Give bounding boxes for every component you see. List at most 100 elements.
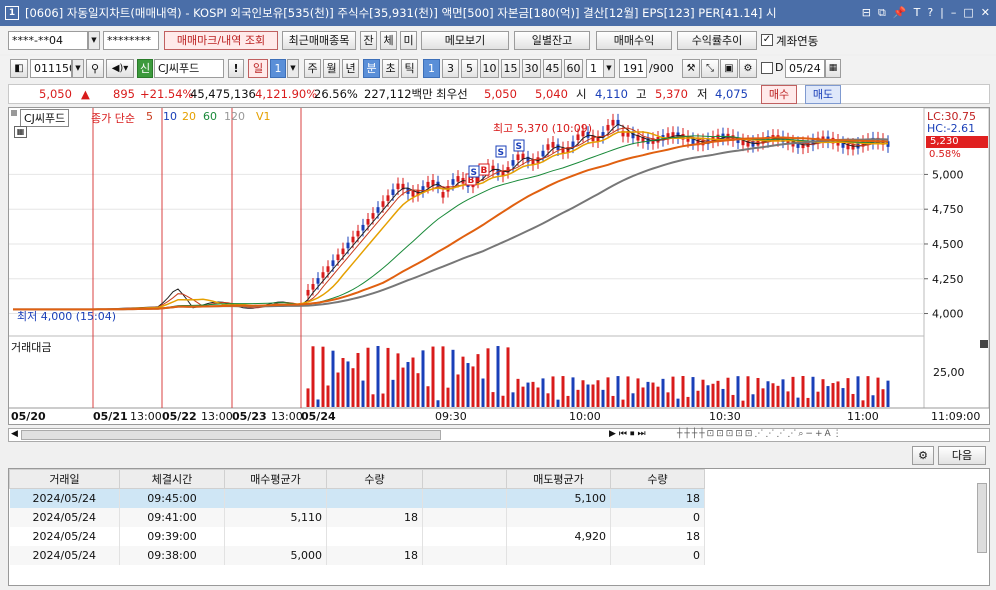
password-field[interactable]: ******** <box>103 31 159 50</box>
date-checkbox[interactable] <box>761 62 773 74</box>
period-second-button[interactable]: 초 <box>382 59 399 78</box>
count-field[interactable]: 191 <box>619 59 647 78</box>
volume-title: 거래대금 <box>11 341 52 354</box>
minute-5-button[interactable]: 5 <box>461 59 478 78</box>
filled-button[interactable]: 체 <box>380 31 397 50</box>
chart-panel[interactable]: 5,000 4,750 4,500 4,250 4,000 05/20 05/21 13:0… <box>8 107 990 425</box>
x-label: 05/20 <box>11 410 46 423</box>
table-row[interactable]: 2024/05/24 09:45:00 5,100 18 <box>9 488 705 508</box>
buy-button[interactable]: 매수 <box>761 85 797 104</box>
trade-marks: BBSSS <box>465 139 525 186</box>
account-dropdown-icon[interactable]: ▼ <box>88 31 100 50</box>
col-trade-date[interactable]: 거래일 <box>9 469 120 489</box>
period-week-button[interactable]: 주 <box>304 59 321 78</box>
minute-60-button[interactable]: 60 <box>564 59 583 78</box>
calendar-icon[interactable]: ▦ <box>825 59 841 78</box>
profit-trend-button[interactable]: 수익률추이 <box>677 31 757 50</box>
date-field[interactable]: 05/24 <box>785 59 825 78</box>
sell-button[interactable]: 매도 <box>805 85 841 104</box>
period-day-button[interactable]: 일 <box>248 59 268 78</box>
volume-bar <box>466 363 470 407</box>
interval-field[interactable]: 1 <box>586 59 604 78</box>
panel-handle[interactable] <box>11 110 17 116</box>
maximize-icon[interactable]: □ <box>963 6 973 20</box>
volume-bar <box>541 378 545 407</box>
scroll-left-icon[interactable]: ◀ <box>11 429 18 439</box>
drawing-tools-icon[interactable]: ┼┼┼┼⊡⊡⊡⊡⊡⋰⋰⋰⋰⌕−+A⋮ <box>677 429 844 439</box>
playback-controls-icon[interactable]: ▶⏮⏹⏭ <box>609 429 649 439</box>
period-year-button[interactable]: 년 <box>342 59 359 78</box>
volume-bar <box>306 388 310 407</box>
table-row[interactable]: 2024/05/24 09:41:00 5,110 18 0 <box>9 507 705 527</box>
tools-icon[interactable]: ⚒ <box>682 59 700 78</box>
volume-panel-handle[interactable] <box>980 340 988 348</box>
high-annotation: 최고 5,370 (10:09) <box>493 122 593 135</box>
table-row[interactable]: 2024/05/24 09:39:00 4,920 18 <box>9 526 705 546</box>
trade-mark-button[interactable]: 매매마크/내역 조회 <box>164 31 278 50</box>
legend-ma20: 20 <box>182 110 196 123</box>
table-scrollbar[interactable] <box>977 483 987 553</box>
volume-bar <box>661 378 665 407</box>
col-buy-qty[interactable]: 수량 <box>326 469 423 489</box>
table-row[interactable]: 2024/05/24 09:38:00 5,000 18 0 <box>9 545 705 565</box>
table-settings-icon[interactable]: ⚙ <box>912 446 934 465</box>
stock-name-field[interactable]: CJ씨푸드 <box>154 59 224 78</box>
period-dropdown-icon[interactable]: ▼ <box>287 59 299 78</box>
daily-balance-button[interactable]: 일별잔고 <box>514 31 590 50</box>
y-tick-label: 4,500 <box>932 238 964 251</box>
link-icon[interactable]: ◧ <box>10 59 28 78</box>
next-button[interactable]: 다음 <box>938 446 986 465</box>
stock-code-field[interactable]: 011150 <box>30 59 72 78</box>
col-sell-avg[interactable]: 매도평균가 <box>506 469 611 489</box>
price-chart[interactable]: 5,0004,7504,5004,2504,000 05/20 05/21 13:0… <box>9 108 989 424</box>
help-icon[interactable]: ? <box>927 6 933 20</box>
best-bid-label: 최우선 <box>436 87 468 101</box>
period-minute-button[interactable]: 분 <box>363 59 380 78</box>
close-icon[interactable]: ✕ <box>981 6 990 20</box>
recent-trades-button[interactable]: 최근매매종목 <box>282 31 356 50</box>
count-total: /900 <box>649 62 674 75</box>
col-buy-avg[interactable]: 매수평균가 <box>224 469 327 489</box>
window-link-icon[interactable]: ⧉ <box>878 6 886 20</box>
window-icon[interactable]: 1 <box>5 6 19 20</box>
minute-15-button[interactable]: 15 <box>501 59 520 78</box>
col-sell-qty[interactable]: 수량 <box>610 469 705 489</box>
minute-1-button[interactable]: 1 <box>423 59 440 78</box>
font-icon[interactable]: T <box>914 6 921 20</box>
minute-3-button[interactable]: 3 <box>442 59 459 78</box>
candle-body <box>381 201 385 207</box>
quote-bar: 5,050 ▲ 895 +21.54% 45,475,136 4,121.90%… <box>8 84 990 104</box>
search-icon[interactable]: ⚲ <box>86 59 104 78</box>
minute-10-button[interactable]: 10 <box>480 59 499 78</box>
minute-45-button[interactable]: 45 <box>543 59 562 78</box>
stock-code-dropdown-icon[interactable]: ▼ <box>72 59 84 78</box>
volume-bar <box>511 392 515 407</box>
alert-icon[interactable]: ! <box>228 59 244 78</box>
volume-bar <box>816 391 820 407</box>
volume-bar <box>781 379 785 407</box>
volume-bar <box>656 386 660 407</box>
minimize-icon[interactable]: – <box>951 6 957 20</box>
horizontal-scrollbar[interactable] <box>21 430 441 440</box>
col-exec-time[interactable]: 체결시간 <box>119 469 225 489</box>
candle-body <box>456 176 460 182</box>
account-link-checkbox[interactable]: ✓ <box>761 34 773 46</box>
minute-30-button[interactable]: 30 <box>522 59 541 78</box>
trade-profit-button[interactable]: 매매수익 <box>596 31 672 50</box>
period-day-count[interactable]: 1 <box>270 59 286 78</box>
grid-toggle-icon[interactable]: ▦ <box>14 126 27 138</box>
period-month-button[interactable]: 월 <box>323 59 340 78</box>
draw-icon[interactable]: ⤡ <box>701 59 719 78</box>
speaker-icon[interactable]: ◀)▾ <box>106 59 134 78</box>
unfilled-button[interactable]: 미 <box>400 31 417 50</box>
candle-body <box>606 124 610 131</box>
save-icon[interactable]: ▣ <box>720 59 738 78</box>
pin-icon[interactable]: 📌 <box>893 6 907 20</box>
balance-button[interactable]: 잔 <box>360 31 377 50</box>
period-tick-button[interactable]: 틱 <box>401 59 418 78</box>
interval-dropdown-icon[interactable]: ▼ <box>603 59 615 78</box>
memo-button[interactable]: 메모보기 <box>421 31 509 50</box>
account-number-field[interactable]: ****-**04 <box>8 31 88 50</box>
window-restore-icon[interactable]: ⊟ <box>862 6 871 20</box>
settings-gear-icon[interactable]: ⚙ <box>739 59 757 78</box>
